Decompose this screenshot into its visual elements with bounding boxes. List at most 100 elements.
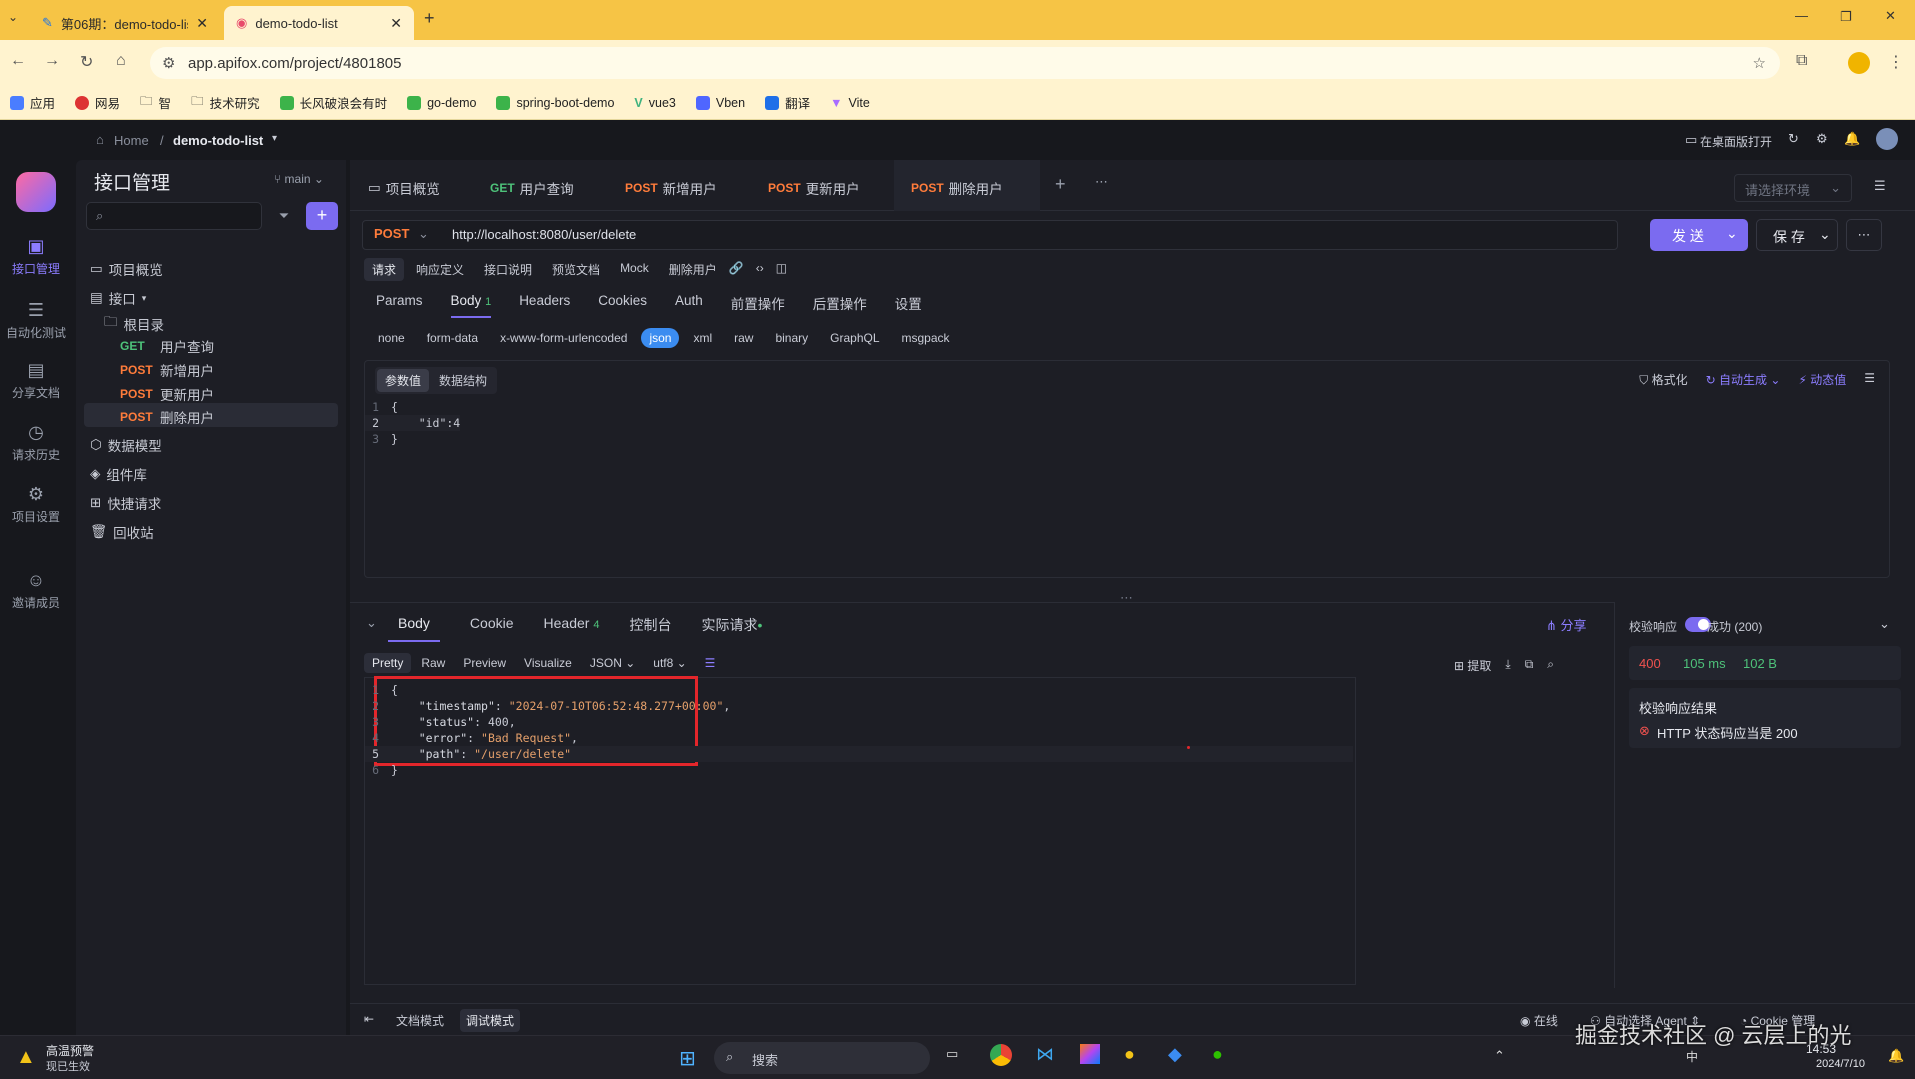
subtab-preview-doc[interactable]: 预览文档 [544, 258, 608, 281]
more-tabs-icon[interactable]: ⋯ [1095, 174, 1108, 190]
user-avatar[interactable] [1876, 128, 1898, 150]
debug-mode-button[interactable]: 调试模式 [460, 1009, 521, 1032]
url-input[interactable]: http://localhost:8080/user/delete [452, 227, 636, 242]
link-icon[interactable]: 🔗 [729, 258, 744, 281]
bookmark-changfeng[interactable]: 长风破浪会有时 [279, 93, 387, 112]
clock-date[interactable]: 2024/7/10 [1816, 1058, 1865, 1070]
subtab-description[interactable]: 接口说明 [476, 258, 540, 281]
browser-menu-icon[interactable]: ⋮ [1888, 52, 1904, 72]
code-icon[interactable]: ‹› [756, 258, 764, 281]
bookmark-apps[interactable]: 应用 [10, 93, 55, 112]
site-info-icon[interactable]: ⚙ [162, 54, 175, 72]
sidebar-item-interfaces[interactable]: ▤ 接口 ▾ [90, 288, 146, 308]
method-label[interactable]: POST [374, 226, 409, 241]
encoding-select[interactable]: utf8 ⌄ [645, 653, 694, 673]
tab-list-chevron-icon[interactable]: ⌄ [8, 10, 18, 24]
auto-generate-button[interactable]: ↻ 自动生成 ⌄ [1706, 371, 1781, 388]
sync-icon[interactable]: ↻ [1788, 131, 1799, 147]
bookmark-zhi[interactable]: 🗀 智 [140, 92, 171, 113]
tab-overview[interactable]: ▭ 项目概览 [368, 178, 440, 198]
browser-tab-2[interactable]: ◉ demo-todo-list ✕ [224, 6, 414, 40]
environment-select[interactable]: 请选择环境 ⌄ [1734, 174, 1852, 202]
share-button[interactable]: ⋔ 分享 [1546, 615, 1587, 634]
ime-indicator[interactable]: 中 [1686, 1048, 1698, 1065]
sidebar-api-get-user[interactable]: GET 用户查询 [120, 336, 214, 356]
format-preview[interactable]: Preview [455, 653, 514, 673]
copy-icon[interactable]: ⧉ [1525, 657, 1534, 674]
response-body-code[interactable]: 1{ 2 "timestamp": "2024-07-10T06:52:48.2… [365, 682, 1353, 778]
dynamic-value-button[interactable]: ⚡ 动态值 [1798, 371, 1846, 388]
sidebar-api-add-user[interactable]: POST 新增用户 [120, 360, 214, 380]
tab-data-structure[interactable]: 数据结构 [431, 369, 495, 392]
back-icon[interactable]: ← [10, 52, 26, 70]
tab-add-user[interactable]: POST 新增用户 [625, 178, 717, 198]
wrap-icon[interactable]: ☰ [697, 653, 724, 673]
sidebar-item-trash[interactable]: 🗑 回收站 [90, 522, 154, 542]
format-pretty[interactable]: Pretty [364, 653, 412, 673]
notification-bell-icon[interactable]: 🔔 [1888, 1048, 1904, 1064]
bookmark-star-icon[interactable]: ☆ [1753, 54, 1766, 72]
body-type-graphql[interactable]: GraphQL [822, 328, 887, 348]
filter-button[interactable]: ⏷ [270, 202, 298, 230]
tab-auth[interactable]: Auth [675, 293, 703, 318]
wechat-icon[interactable]: ● [1212, 1044, 1223, 1065]
doc-mode-button[interactable]: 文档模式 [390, 1009, 450, 1032]
subtab-response-def[interactable]: 响应定义 [408, 258, 472, 281]
rail-project-settings[interactable]: ⚙ 项目设置 [0, 484, 72, 525]
resp-tab-header[interactable]: Header 4 [544, 615, 600, 642]
add-button[interactable]: + [306, 202, 338, 230]
chrome-icon[interactable] [990, 1044, 1012, 1066]
collapse-left-icon[interactable]: ⇤ [364, 1012, 374, 1026]
body-type-binary[interactable]: binary [767, 328, 816, 348]
body-type-json[interactable]: json [641, 328, 680, 348]
sidebar-item-root[interactable]: 🗀 根目录 [104, 312, 164, 335]
minimize-icon[interactable]: — [1795, 8, 1808, 23]
save-button[interactable]: 保 存 ⌄ [1756, 219, 1838, 251]
tab-params[interactable]: Params [376, 293, 423, 318]
breadcrumb-home[interactable]: Home [114, 133, 149, 148]
forward-icon[interactable]: → [44, 52, 60, 70]
extensions-icon[interactable]: ⧉ [1796, 52, 1807, 70]
body-type-raw[interactable]: raw [726, 328, 761, 348]
feishu-icon[interactable]: ◆ [1168, 1044, 1182, 1065]
close-tab-icon[interactable]: ✕ [196, 15, 208, 32]
browser-tab-1[interactable]: ✎ 第06期：demo-todo-list 实现 ✕ [30, 6, 220, 40]
sidebar-item-data-models[interactable]: ⬡ 数据模型 [90, 435, 162, 455]
tray-chevron-icon[interactable]: ⌃ [1494, 1048, 1505, 1064]
apifox-taskbar-icon[interactable]: ● [1124, 1044, 1135, 1065]
tab-param-values[interactable]: 参数值 [377, 369, 430, 392]
collapse-icon[interactable]: ⌄ [366, 615, 377, 631]
response-body-viewer[interactable]: 1{ 2 "timestamp": "2024-07-10T06:52:48.2… [364, 676, 1356, 985]
sidebar-search-input[interactable]: ⌕ [86, 202, 262, 230]
bookmark-vben[interactable]: Vben [695, 95, 745, 110]
tab-settings[interactable]: 设置 [895, 293, 922, 318]
resp-tab-console[interactable]: 控制台 [629, 615, 671, 642]
tab-update-user[interactable]: POST 更新用户 [768, 178, 860, 198]
home-icon[interactable]: ⌂ [116, 52, 126, 70]
vscode-icon[interactable]: ⋈ [1036, 1044, 1054, 1065]
bell-icon[interactable]: 🔔 [1844, 131, 1860, 147]
body-editor[interactable]: 参数值 数据结构 ⛉ 格式化 ↻ 自动生成 ⌄ ⚡ 动态值 ☰ 1{ 2 "id… [364, 360, 1890, 578]
start-windows-icon[interactable]: ⊞ [679, 1046, 696, 1071]
format-button[interactable]: ⛉ 格式化 [1639, 371, 1687, 388]
rail-share-docs[interactable]: ▤ 分享文档 [0, 360, 72, 401]
split-icon[interactable]: ◫ [776, 258, 787, 281]
resp-tab-actual-request[interactable]: 实际请求• [701, 615, 762, 642]
format-raw[interactable]: Raw [413, 653, 453, 673]
validate-status[interactable]: 成功 (200) [1707, 618, 1762, 635]
tab-headers[interactable]: Headers [519, 293, 570, 318]
menu-icon[interactable]: ☰ [1874, 178, 1886, 194]
terminal-icon[interactable]: ▭ [946, 1046, 958, 1062]
tab-pre-ops[interactable]: 前置操作 [731, 293, 785, 318]
request-body-code[interactable]: 1{ 2 "id":4 3} [365, 399, 461, 447]
rail-invite[interactable]: ☺ 邀请成员 [0, 570, 72, 611]
body-type-form-data[interactable]: form-data [419, 328, 486, 348]
body-type-msgpack[interactable]: msgpack [894, 328, 958, 348]
profile-avatar[interactable] [1848, 52, 1870, 74]
add-tab-icon[interactable]: + [1055, 174, 1066, 195]
subtab-mock[interactable]: Mock [612, 258, 657, 281]
bookmark-tech[interactable]: 🗀 技术研究 [191, 92, 260, 113]
download-icon[interactable]: ⤓ [1505, 657, 1510, 674]
bookmark-vite[interactable]: ▼ Vite [830, 96, 870, 110]
body-type-none[interactable]: none [370, 328, 413, 348]
